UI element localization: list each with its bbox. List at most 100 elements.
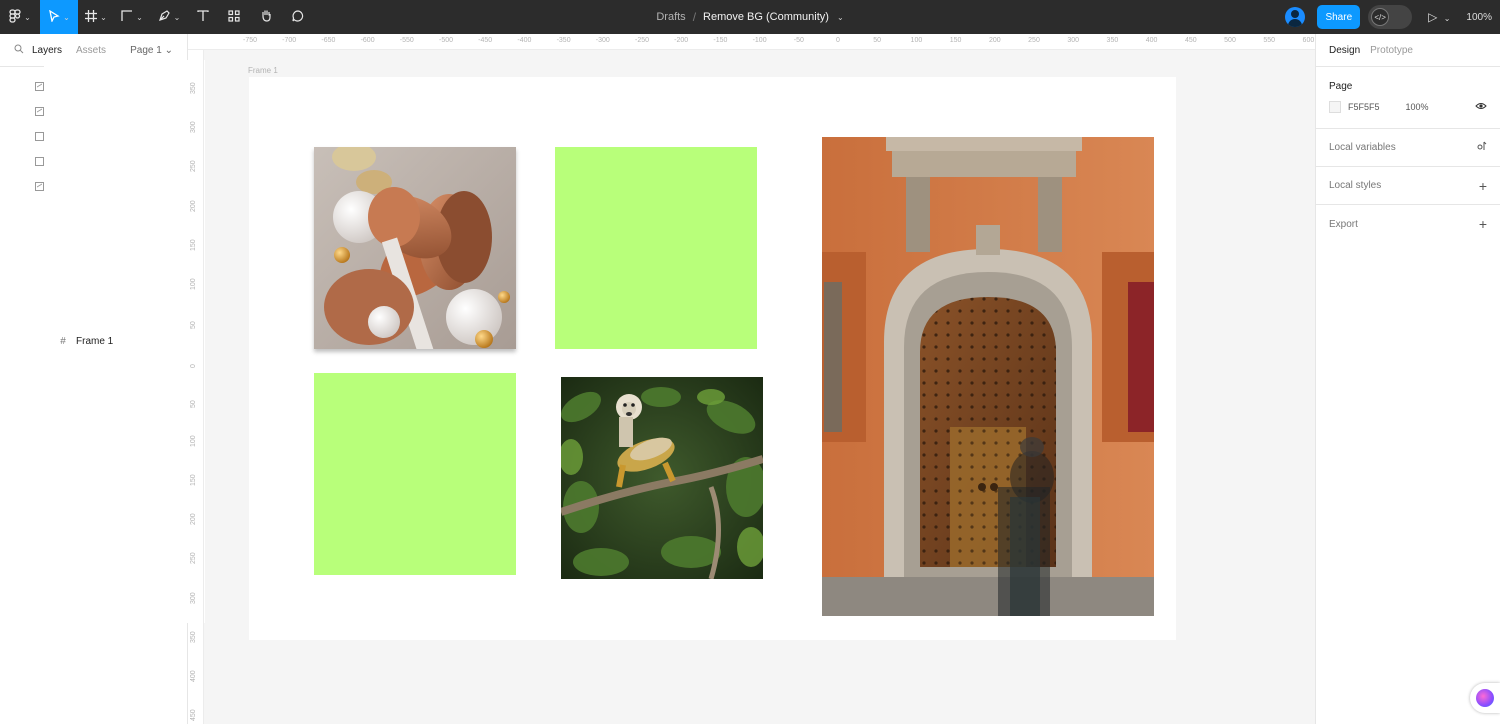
frame-icon: #	[60, 336, 66, 347]
breadcrumb-drafts[interactable]: Drafts	[656, 11, 685, 23]
building-door-image[interactable]	[822, 137, 1154, 616]
export-label: Export	[1329, 218, 1358, 230]
ruler-tick-label: 350	[190, 82, 197, 94]
share-button[interactable]: Share	[1317, 5, 1361, 29]
local-variables-label: Local variables	[1329, 142, 1396, 153]
toolbar-right: Share </> ▷ ⌄ 100%	[1285, 0, 1500, 34]
ruler-tick-label: 200	[190, 513, 197, 526]
pen-tool-button[interactable]: ⌄	[150, 0, 188, 34]
ruler-tick-label: 450	[1184, 37, 1197, 44]
ruler-tick-label: -250	[634, 37, 650, 44]
ai-assistant-button[interactable]	[1470, 683, 1500, 713]
chevron-down-icon: ⌄	[24, 12, 31, 22]
ruler-tick-label: 150	[949, 37, 962, 44]
page-color-swatch[interactable]	[1329, 101, 1341, 113]
variables-icon[interactable]	[1477, 141, 1487, 154]
ruler-tick-label: 200	[988, 37, 1001, 44]
ruler-tick-label: 150	[190, 239, 197, 251]
shape-tool-button[interactable]: ⌄	[114, 0, 150, 34]
ruler-tick-label: 250	[190, 160, 197, 173]
ruler-tick-label: -750	[242, 37, 258, 44]
plus-icon[interactable]: +	[1479, 178, 1487, 194]
dev-mode-toggle[interactable]: </>	[1368, 5, 1413, 29]
ruler-tick-label: 100	[190, 435, 197, 447]
pen-icon	[158, 9, 171, 25]
ruler-tick-label: 300	[1067, 37, 1080, 44]
main-menu-button[interactable]: ⌄	[0, 0, 40, 34]
ruler-horizontal: -750 -700 -650 -600 -550 -500 -450 -400 -350 -300…	[188, 34, 1315, 50]
image-icon	[34, 107, 44, 117]
right-panel-tabs: Design Prototype	[1316, 34, 1500, 67]
rectangle-green-bottom[interactable]	[314, 373, 516, 575]
ruler-tick-label: -300	[595, 37, 610, 44]
move-tool-button[interactable]: ⌄	[40, 0, 78, 34]
page-section: Page F5F5F5 100%	[1316, 67, 1500, 129]
abstract-3d-image[interactable]	[314, 147, 516, 349]
rectangle-icon	[34, 157, 44, 167]
export-row[interactable]: Export +	[1316, 205, 1500, 243]
frame-tool-button[interactable]: ⌄	[78, 0, 114, 34]
hand-tool-button[interactable]	[250, 0, 282, 34]
ruler-tick-label: 350	[1106, 37, 1119, 44]
ruler-tick-label: -100	[752, 37, 767, 44]
ruler-tick-label: 50	[190, 399, 197, 408]
breadcrumb-separator: /	[692, 10, 697, 24]
chevron-down-icon: ⌄	[1443, 14, 1451, 23]
tab-layers[interactable]: Layers	[32, 45, 62, 56]
ruler-tick-label: -200	[674, 37, 689, 44]
tab-assets[interactable]: Assets	[76, 45, 106, 56]
page-selector[interactable]: Page 1 ⌄	[130, 45, 173, 56]
ruler-vertical: 350 300 250 200 150 100 50 0 50 100 150 200 250 300 35…	[188, 50, 204, 724]
tab-design[interactable]: Design	[1329, 45, 1360, 56]
ruler-tick-label: 550	[1263, 37, 1276, 44]
resources-icon	[228, 9, 240, 25]
ruler-tick-label: 250	[1028, 37, 1040, 44]
ruler-tick-label: -450	[478, 37, 493, 44]
present-button[interactable]: ▷ ⌄	[1428, 10, 1450, 24]
ruler-tick-label: -400	[517, 37, 532, 44]
ruler-tick-label: 300	[190, 591, 197, 604]
chevron-down-icon: ⌄	[173, 12, 181, 22]
hand-icon	[260, 9, 273, 25]
plus-icon[interactable]: +	[1479, 216, 1487, 232]
frame-1[interactable]	[249, 77, 1176, 640]
avatar[interactable]	[1285, 7, 1306, 27]
canvas[interactable]: Frame 1	[205, 51, 1315, 724]
text-tool-button[interactable]	[188, 0, 218, 34]
search-icon[interactable]	[14, 44, 24, 57]
ruler-tick-label: 250	[190, 552, 197, 565]
resources-tool-button[interactable]	[218, 0, 250, 34]
ruler-tick-label: 50	[190, 321, 197, 330]
page-opacity[interactable]: 100%	[1406, 102, 1429, 112]
chevron-down-icon: ⌄	[63, 12, 70, 22]
comment-tool-button[interactable]	[282, 0, 314, 34]
comment-icon	[292, 9, 304, 25]
ruler-tick-label: -700	[282, 37, 297, 44]
play-icon: ▷	[1428, 10, 1438, 24]
ruler-tick-label: 400	[190, 670, 197, 682]
file-name[interactable]: Remove BG (Community)	[703, 11, 829, 23]
cursor-icon	[48, 9, 60, 25]
ruler-tick-label: -550	[399, 37, 414, 44]
rectangle-green-top[interactable]	[555, 147, 757, 349]
chevron-down-icon: ⌄	[136, 12, 143, 22]
image-icon	[34, 82, 44, 92]
zoom-level[interactable]: 100%	[1466, 12, 1492, 23]
ruler-tick-label: -150	[713, 37, 728, 44]
figma-menu-icon	[9, 8, 21, 26]
ruler-tick-label: 200	[190, 199, 197, 212]
local-styles-row[interactable]: Local styles +	[1316, 167, 1500, 205]
page-fill-row: F5F5F5 100%	[1316, 92, 1500, 122]
ruler-tick-label: 100	[910, 37, 923, 44]
page-color-hex[interactable]: F5F5F5	[1348, 102, 1380, 112]
text-icon	[197, 9, 209, 25]
eye-icon[interactable]	[1475, 101, 1487, 113]
chevron-down-icon: ⌄	[164, 44, 173, 56]
local-variables-row[interactable]: Local variables	[1316, 129, 1500, 167]
tab-prototype[interactable]: Prototype	[1370, 45, 1413, 56]
code-icon: </>	[1371, 8, 1390, 26]
ruler-tick-label: 100	[190, 278, 197, 290]
monkey-image[interactable]	[561, 377, 763, 579]
frame-label[interactable]: Frame 1	[248, 66, 278, 75]
chevron-down-icon[interactable]: ⌄	[837, 13, 844, 22]
